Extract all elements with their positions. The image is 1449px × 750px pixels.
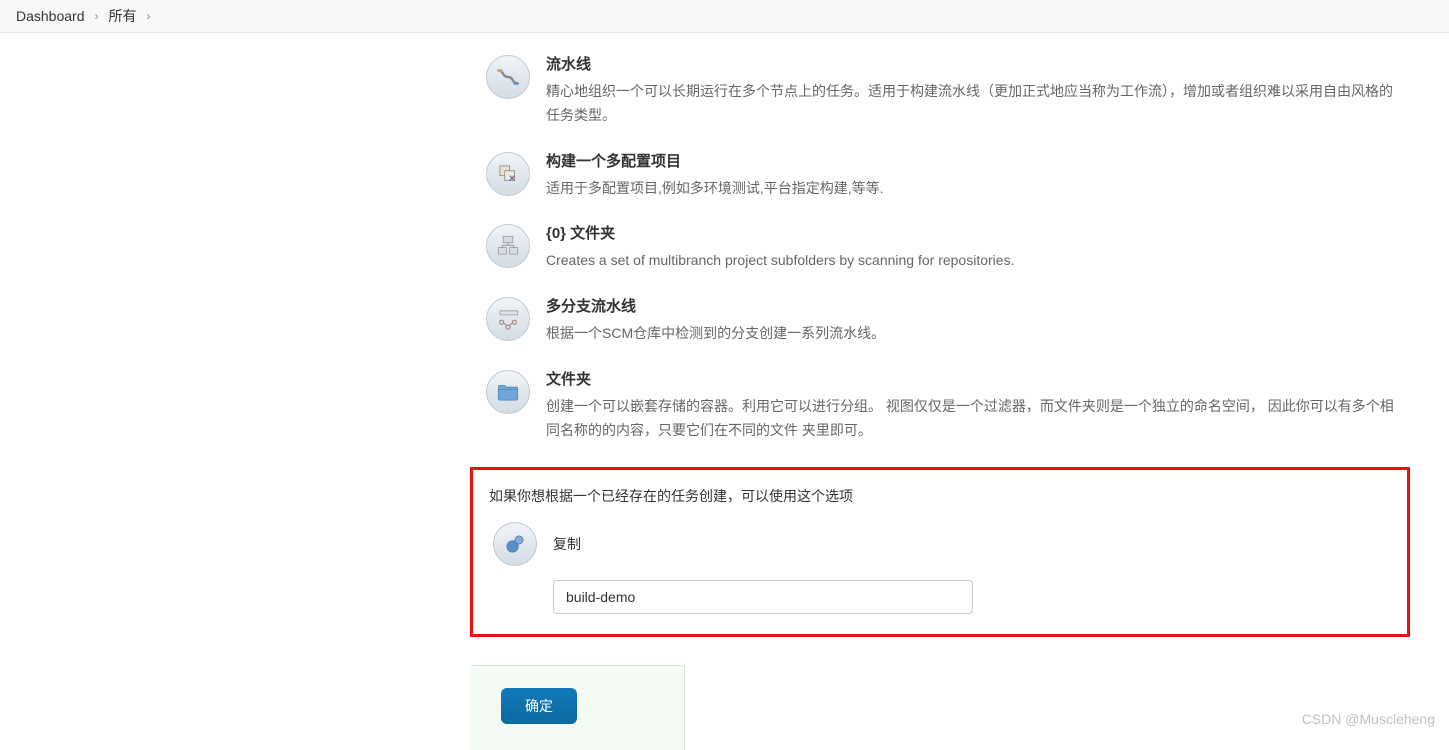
- item-title: 多分支流水线: [546, 295, 1394, 316]
- item-desc: 适用于多配置项目,例如多环境测试,平台指定构建,等等.: [546, 177, 1394, 201]
- item-type-folder[interactable]: 文件夹 创建一个可以嵌套存储的容器。利用它可以进行分组。 视图仅仅是一个过滤器，…: [470, 360, 1410, 457]
- org-folder-icon: [486, 224, 530, 268]
- item-title: 文件夹: [546, 368, 1394, 389]
- item-desc: 精心地组织一个可以长期运行在多个节点上的任务。适用于构建流水线（更加正式地应当称…: [546, 80, 1394, 128]
- chevron-right-icon: ›: [147, 9, 151, 23]
- main-content: 流水线 精心地组织一个可以长期运行在多个节点上的任务。适用于构建流水线（更加正式…: [470, 33, 1410, 750]
- multiconfig-icon: [486, 152, 530, 196]
- copy-heading: 如果你想根据一个已经存在的任务创建，可以使用这个选项: [489, 486, 1391, 506]
- multibranch-icon: [486, 297, 530, 341]
- item-type-multiconfig[interactable]: 构建一个多配置项目 适用于多配置项目,例如多环境测试,平台指定构建,等等.: [470, 142, 1410, 215]
- item-type-pipeline[interactable]: 流水线 精心地组织一个可以长期运行在多个节点上的任务。适用于构建流水线（更加正式…: [470, 45, 1410, 142]
- item-title: 构建一个多配置项目: [546, 150, 1394, 171]
- folder-icon: [486, 370, 530, 414]
- copy-section: 如果你想根据一个已经存在的任务创建，可以使用这个选项 复制: [470, 467, 1410, 637]
- chevron-right-icon: ›: [95, 9, 99, 23]
- copy-icon: [493, 522, 537, 566]
- item-type-folder0[interactable]: {0} 文件夹 Creates a set of multibranch pro…: [470, 214, 1410, 287]
- breadcrumb-all[interactable]: 所有: [109, 6, 137, 26]
- item-desc: 根据一个SCM仓库中检测到的分支创建一系列流水线。: [546, 322, 1394, 346]
- pipeline-icon: [486, 55, 530, 99]
- breadcrumb-dashboard[interactable]: Dashboard: [16, 8, 85, 24]
- copy-label: 复制: [553, 534, 581, 554]
- breadcrumb: Dashboard › 所有 ›: [0, 0, 1449, 33]
- footer-section: 确定: [470, 665, 685, 750]
- item-desc: 创建一个可以嵌套存储的容器。利用它可以进行分组。 视图仅仅是一个过滤器，而文件夹…: [546, 395, 1394, 443]
- submit-button[interactable]: 确定: [501, 688, 577, 724]
- item-title: {0} 文件夹: [546, 222, 1394, 243]
- item-desc: Creates a set of multibranch project sub…: [546, 249, 1394, 273]
- item-type-multibranch[interactable]: 多分支流水线 根据一个SCM仓库中检测到的分支创建一系列流水线。: [470, 287, 1410, 360]
- copy-from-input[interactable]: [553, 580, 973, 614]
- item-title: 流水线: [546, 53, 1394, 74]
